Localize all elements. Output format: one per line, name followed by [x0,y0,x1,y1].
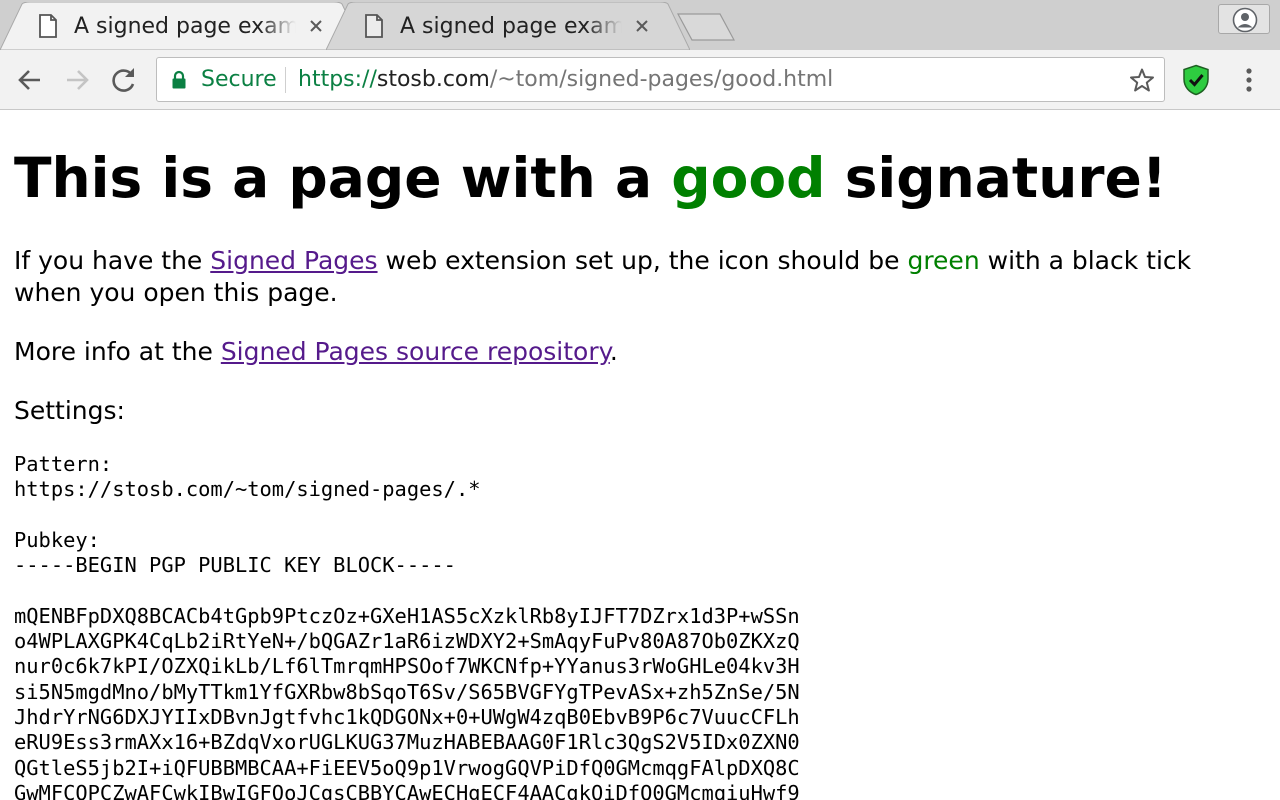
person-icon [1232,7,1258,33]
page-heading: This is a page with a good signature! [14,146,1167,210]
star-icon[interactable] [1129,67,1155,93]
settings-block: Pattern: https://stosb.com/~tom/signed-p… [14,452,800,800]
profile-button[interactable] [1218,4,1270,34]
intro-paragraph: If you have the Signed Pages web extensi… [14,245,1244,309]
source-repository-link[interactable]: Signed Pages source repository [221,337,610,366]
settings-label: Settings: [14,396,125,425]
url-path: /~tom/signed-pages/good.html [489,67,834,92]
tab-strip: A signed page example A signed page exam… [0,0,1280,50]
close-icon[interactable] [306,16,326,36]
intro-text-middle: web extension set up, the icon should be [377,246,908,275]
signed-pages-link[interactable]: Signed Pages [210,246,377,275]
new-tab-button[interactable] [676,12,736,42]
more-info-text: More info at the [14,337,221,366]
tab-inactive[interactable]: A signed page example [326,2,690,50]
url-scheme: https:// [298,67,377,92]
url-text[interactable]: https://stosb.com/~tom/signed-pages/good… [298,66,833,94]
green-shield-check-icon[interactable] [1182,64,1210,96]
page-favicon-icon [39,14,57,38]
url-host: stosb.com [376,67,490,92]
heading-text: This is a page with a [14,146,672,210]
lock-icon [172,70,186,89]
heading-text-end: signature! [825,146,1167,210]
page-favicon-icon [365,14,383,38]
page-content: This is a page with a good signature! If… [14,110,1264,800]
green-word: green [907,246,980,275]
omnibox-divider [285,67,286,93]
intro-text: If you have the [14,246,211,275]
toolbar: Secure https://stosb.com/~tom/signed-pag… [0,50,1280,110]
more-info-paragraph: More info at the Signed Pages source rep… [14,336,1244,368]
close-icon[interactable] [632,16,652,36]
tab-title: A signed page example [400,12,622,42]
security-label: Secure [201,67,277,92]
heading-highlight: good [671,146,826,210]
more-info-end: . [609,337,618,366]
address-bar[interactable]: Secure https://stosb.com/~tom/signed-pag… [156,57,1165,102]
vertical-dots-menu-icon[interactable] [1236,64,1262,96]
reload-icon[interactable] [106,62,142,98]
tab-active[interactable]: A signed page example [0,2,364,50]
back-arrow-icon[interactable] [12,62,48,98]
tab-title: A signed page example [74,12,296,42]
forward-arrow-icon[interactable] [59,62,95,98]
